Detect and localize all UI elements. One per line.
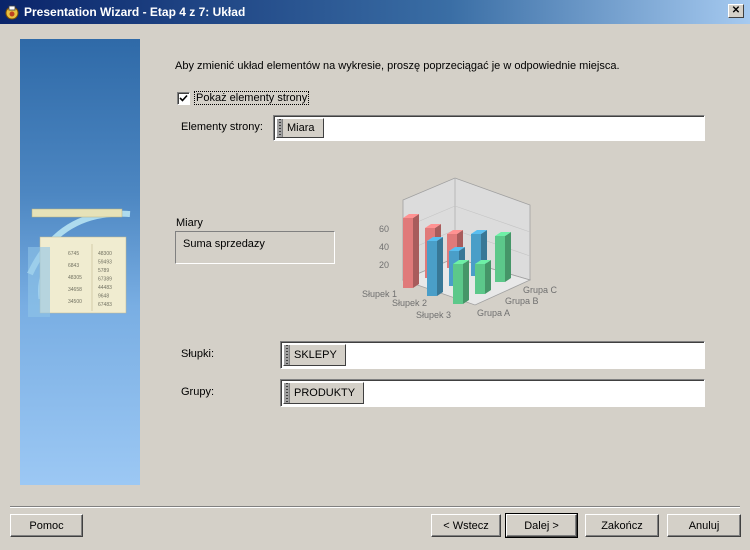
side-number: 48300 — [98, 251, 112, 257]
show-page-items-label: Pokaż elementy strony — [194, 91, 310, 105]
side-number: 67389 — [98, 277, 112, 283]
finish-button[interactable]: Zakończ — [585, 514, 659, 537]
group-chip-label: PRODUKTY — [294, 387, 356, 399]
chart-group-label: Grupa A — [477, 308, 510, 318]
columns-dropzone[interactable]: SKLEPY — [280, 341, 705, 369]
chart-bar — [495, 236, 505, 282]
chart-bar-side — [463, 260, 469, 304]
chart-bar — [427, 241, 437, 296]
columns-label: Słupki: — [181, 348, 215, 360]
chart-bar-side — [485, 260, 491, 294]
show-page-items-checkbox[interactable] — [177, 91, 190, 105]
side-number: 34658 — [68, 287, 82, 293]
show-page-items-checkbox-row[interactable]: Pokaż elementy strony — [177, 91, 310, 105]
side-number: 44483 — [98, 285, 112, 291]
side-number: 48305 — [68, 275, 82, 281]
wizard-app-icon — [5, 5, 19, 20]
grip-handle-icon[interactable] — [277, 119, 283, 137]
column-chip-label: SKLEPY — [294, 349, 337, 361]
side-number: 67483 — [98, 302, 112, 308]
side-number: 34500 — [68, 299, 82, 305]
side-number: 6745 — [68, 251, 79, 257]
column-chip[interactable]: SKLEPY — [283, 344, 346, 366]
help-button[interactable]: Pomoc — [10, 514, 83, 537]
chart-bar — [475, 264, 485, 294]
measures-dropzone[interactable]: Suma sprzedazy — [175, 231, 335, 264]
chart-bar-side — [413, 214, 419, 288]
grip-handle-icon[interactable] — [284, 383, 290, 403]
layout-preview-chart: 20 40 60 Słupek 1 Słupek 2 Słupek 3 Grup… — [362, 177, 558, 320]
button-separator — [10, 506, 740, 508]
chart-column-label: Słupek 3 — [416, 310, 451, 320]
page-item-chip[interactable]: Miara — [276, 118, 324, 138]
group-chip[interactable]: PRODUKTY — [283, 382, 365, 404]
chart-bar-side — [505, 232, 511, 282]
side-number: 59493 — [98, 260, 112, 266]
intro-text: Aby zmienić układ elementów na wykresie,… — [175, 60, 620, 72]
chart-ytick: 40 — [379, 242, 389, 252]
chart-group-label: Grupa C — [523, 285, 558, 295]
title-bar: Presentation Wizard - Etap 4 z 7: Układ … — [0, 0, 750, 24]
chart-ytick: 60 — [379, 224, 389, 234]
grip-handle-icon[interactable] — [284, 345, 290, 365]
groups-label: Grupy: — [181, 386, 215, 398]
measures-label: Miary — [176, 217, 203, 229]
chart-bar-side — [437, 237, 443, 296]
chart-column-label: Słupek 2 — [392, 298, 427, 308]
groups-dropzone[interactable]: PRODUKTY — [280, 379, 705, 407]
next-button[interactable]: Dalej > — [505, 513, 578, 538]
side-number: 9648 — [98, 294, 109, 300]
close-button[interactable]: ✕ — [728, 4, 744, 18]
chart-bar — [453, 264, 463, 304]
chart-ytick: 20 — [379, 260, 389, 270]
cancel-button[interactable]: Anuluj — [667, 514, 741, 537]
side-illustration: 6745 6843 48305 34658 34500 48300 59493 5789 67… — [27, 208, 131, 317]
page-items-label: Elementy strony: — [181, 121, 263, 133]
chart-bar — [403, 218, 413, 288]
measure-item[interactable]: Suma sprzedazy — [183, 238, 265, 250]
chart-group-label: Grupa B — [505, 296, 539, 306]
side-number: 6843 — [68, 263, 79, 269]
page-item-chip-label: Miara — [287, 122, 315, 134]
page-items-dropzone[interactable]: Miara — [273, 115, 705, 141]
back-button[interactable]: < Wstecz — [431, 514, 501, 537]
close-icon: ✕ — [731, 5, 741, 16]
wizard-side-image: 6745 6843 48305 34658 34500 48300 59493 5789 67… — [20, 39, 140, 485]
checkmark-icon — [179, 94, 188, 102]
side-number: 5789 — [98, 268, 109, 274]
window-title: Presentation Wizard - Etap 4 z 7: Układ — [24, 5, 246, 19]
